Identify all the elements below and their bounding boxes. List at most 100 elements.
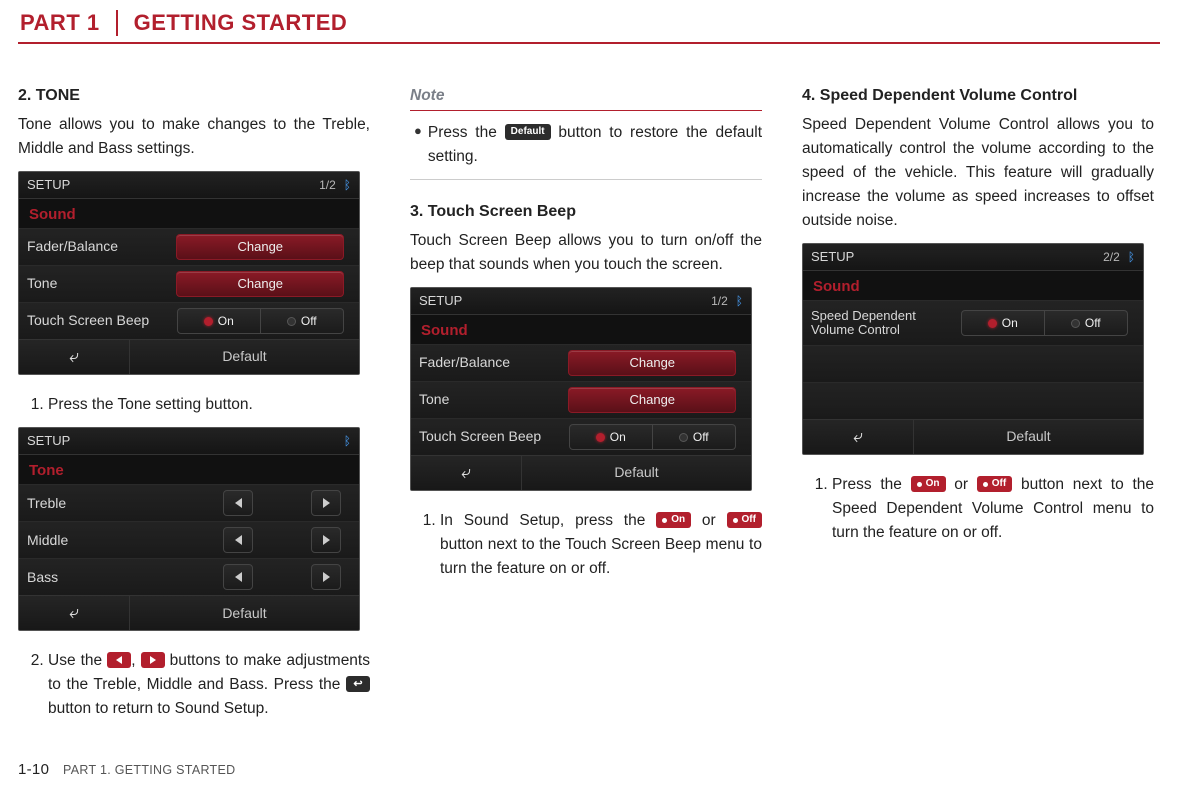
col1-step2: Use the , buttons to make adjustments to… [48, 649, 370, 721]
shot1-titlebar: SETUP 1/2 ᛒ [19, 172, 359, 199]
header-title: GETTING STARTED [118, 10, 348, 36]
shot1-title: SETUP [27, 175, 70, 195]
sdvc-heading: 4. Speed Dependent Volume Control [802, 84, 1154, 109]
tone-desc: Tone allows you to make changes to the T… [18, 113, 370, 161]
shot2-title: SETUP [27, 431, 70, 451]
bluetooth-icon: ᛒ [1128, 248, 1135, 267]
triangle-right-icon [323, 535, 330, 545]
middle-label: Middle [27, 530, 165, 552]
off-button[interactable]: Off [261, 308, 344, 334]
bass-label: Bass [27, 567, 165, 589]
change-button[interactable]: Change [176, 234, 344, 260]
on-button[interactable]: On [961, 310, 1045, 336]
shot1-row-fader[interactable]: Fader/Balance Change [19, 228, 359, 265]
change-button[interactable]: Change [568, 387, 736, 413]
increase-button[interactable] [311, 564, 341, 590]
shot1-fader-label: Fader/Balance [27, 236, 170, 258]
back-button[interactable]: ⤶ [19, 596, 130, 630]
shot3-subtitle: Sound [411, 315, 751, 344]
beep-heading: 3. Touch Screen Beep [410, 200, 762, 225]
default-button[interactable]: Default [522, 462, 751, 484]
shot4-row-empty2 [803, 382, 1143, 419]
triangle-left-icon [235, 498, 242, 508]
header-part: PART 1 [18, 10, 118, 36]
triangle-left-icon [235, 572, 242, 582]
increase-button[interactable] [311, 527, 341, 553]
back-button[interactable]: ⤶ [803, 420, 914, 454]
off-button[interactable]: Off [653, 424, 736, 450]
bullet-icon: ● [414, 121, 422, 169]
shot2-row-treble: Treble [19, 484, 359, 521]
right-arrow-badge [141, 652, 165, 668]
screenshot-tone-adjust: SETUP ᛒ Tone Treble Middle [18, 427, 360, 631]
shot2-row-middle: Middle [19, 521, 359, 558]
radio-off-icon [1071, 319, 1080, 328]
sdvc-desc: Speed Dependent Volume Control allows yo… [802, 113, 1154, 233]
note-label: Note [410, 84, 762, 111]
col3-step1: Press the On or Off button next to the S… [832, 473, 1154, 545]
shot4-title: SETUP [811, 247, 854, 267]
shot2-row-bass: Bass [19, 558, 359, 595]
shot3-title: SETUP [419, 291, 462, 311]
shot1-row-tone[interactable]: Tone Change [19, 265, 359, 302]
shot1-subtitle: Sound [19, 199, 359, 228]
default-button[interactable]: Default [914, 426, 1143, 448]
back-button[interactable]: ⤶ [19, 340, 130, 374]
radio-on-icon [204, 317, 213, 326]
screenshot-sound-tone: SETUP 1/2 ᛒ Sound Fader/Balance Change T… [18, 171, 360, 375]
decrease-button[interactable] [223, 490, 253, 516]
increase-button[interactable] [311, 490, 341, 516]
page-number: 1-10 [18, 761, 49, 778]
shot1-tone-label: Tone [27, 273, 170, 295]
decrease-button[interactable] [223, 564, 253, 590]
screenshot-sound-beep: SETUP 1/2 ᛒ Sound Fader/Balance Change T… [410, 287, 752, 491]
page-footer: 1-10 PART 1. GETTING STARTED [18, 761, 1160, 778]
beep-desc: Touch Screen Beep allows you to turn on/… [410, 229, 762, 277]
column-3: 4. Speed Dependent Volume Control Speed … [802, 84, 1154, 731]
off-badge: Off [727, 512, 762, 528]
shot3-row-tone[interactable]: Tone Change [411, 381, 751, 418]
column-1: 2. TONE Tone allows you to make changes … [18, 84, 370, 731]
default-badge: Default [505, 124, 551, 140]
radio-off-icon [287, 317, 296, 326]
shot4-row-sdvc[interactable]: Speed Dependent Volume Control On Off [803, 300, 1143, 345]
on-button[interactable]: On [177, 308, 261, 334]
default-button[interactable]: Default [130, 346, 359, 368]
back-button[interactable]: ⤶ [411, 456, 522, 490]
back-badge [346, 676, 370, 692]
change-button[interactable]: Change [176, 271, 344, 297]
shot1-pagecount: 1/2 [319, 176, 336, 195]
shot1-row-beep[interactable]: Touch Screen Beep On Off [19, 302, 359, 339]
col1-step1: Press the Tone setting button. [48, 393, 370, 417]
note-item: ● Press the Default button to restore th… [410, 121, 762, 180]
bluetooth-icon: ᛒ [736, 292, 743, 311]
screenshot-sdvc: SETUP 2/2 ᛒ Sound Speed Dependent Volume… [802, 243, 1144, 455]
off-badge: Off [977, 476, 1012, 492]
on-badge: On [656, 512, 691, 528]
shot4-row-empty [803, 345, 1143, 382]
triangle-right-icon [323, 572, 330, 582]
shot4-titlebar: SETUP 2/2 ᛒ [803, 244, 1143, 271]
change-button[interactable]: Change [568, 350, 736, 376]
default-button[interactable]: Default [130, 603, 359, 625]
shot2-subtitle: Tone [19, 455, 359, 484]
bluetooth-icon: ᛒ [344, 176, 351, 195]
col2-step1: In Sound Setup, press the On or Off butt… [440, 509, 762, 581]
radio-on-icon [988, 319, 997, 328]
shot3-row-beep[interactable]: Touch Screen Beep On Off [411, 418, 751, 455]
radio-off-icon [679, 433, 688, 442]
shot1-beep-label: Touch Screen Beep [27, 310, 170, 332]
off-button[interactable]: Off [1045, 310, 1128, 336]
triangle-left-icon [235, 535, 242, 545]
page-header: PART 1 GETTING STARTED [18, 10, 1160, 44]
triangle-right-icon [323, 498, 330, 508]
left-arrow-badge [107, 652, 131, 668]
shot4-subtitle: Sound [803, 271, 1143, 300]
shot3-row-fader[interactable]: Fader/Balance Change [411, 344, 751, 381]
on-badge: On [911, 476, 946, 492]
radio-on-icon [596, 433, 605, 442]
on-button[interactable]: On [569, 424, 653, 450]
shot3-pagecount: 1/2 [711, 292, 728, 311]
decrease-button[interactable] [223, 527, 253, 553]
footer-label: PART 1. GETTING STARTED [63, 763, 235, 777]
